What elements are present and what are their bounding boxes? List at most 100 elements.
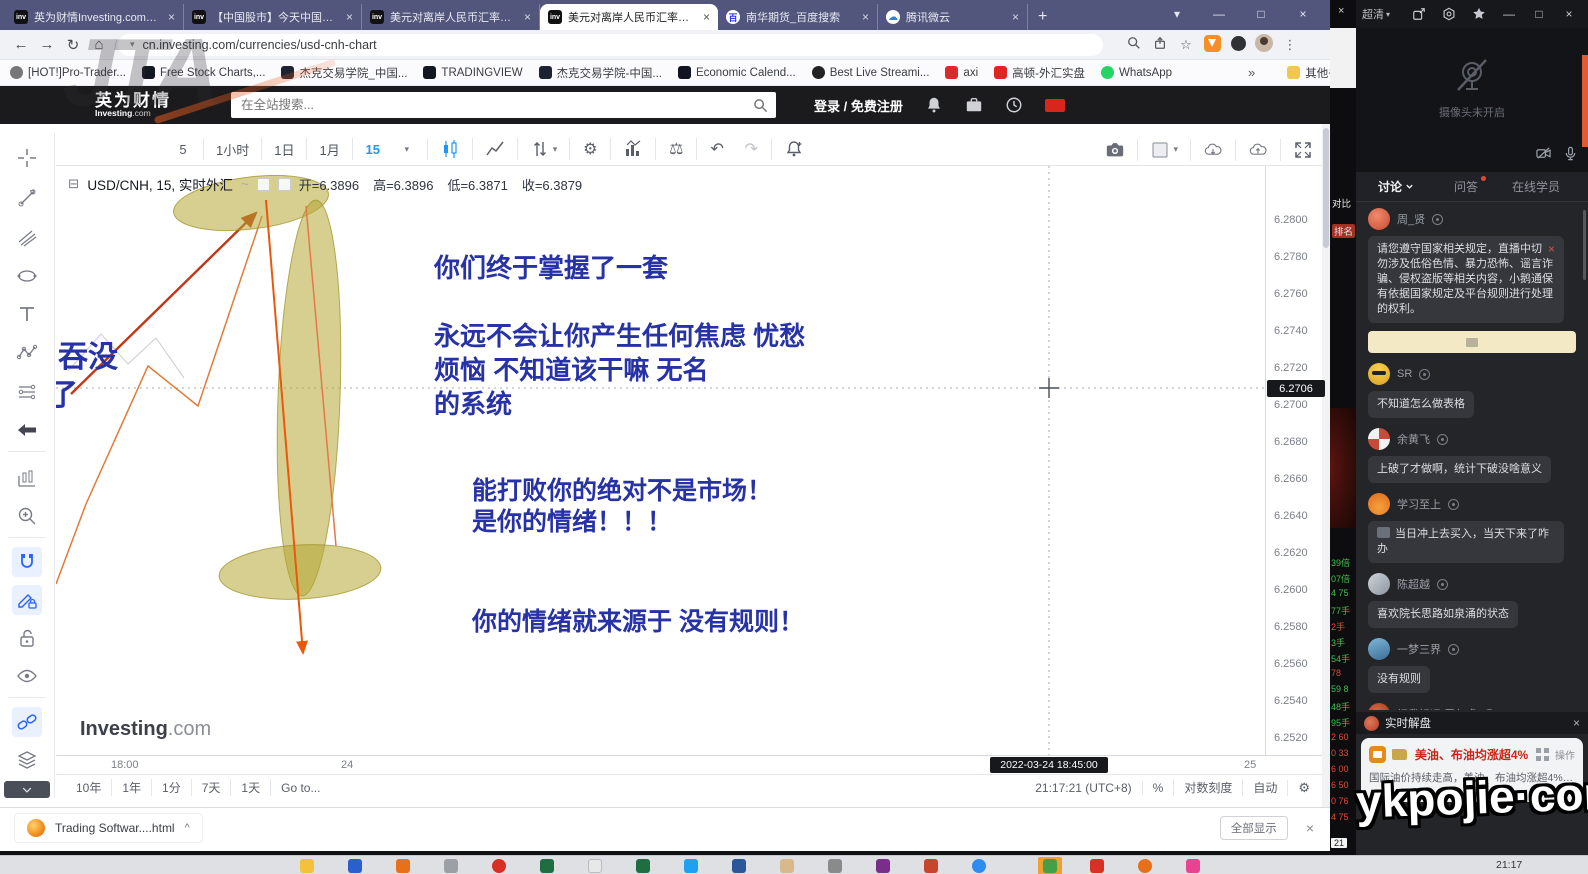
taskbar-app-icon[interactable] — [396, 859, 410, 873]
tab-close-icon[interactable]: × — [1012, 10, 1019, 24]
redo-icon[interactable]: ↷ — [734, 136, 768, 162]
indicators-icon[interactable] — [614, 136, 652, 162]
compare-instrument-icon[interactable]: ▾ — [521, 136, 567, 162]
extension-icon[interactable] — [1225, 36, 1251, 54]
panel-pin-icon[interactable] — [1464, 7, 1494, 22]
download-caret-icon[interactable]: ^ — [185, 822, 190, 834]
quality-selector[interactable]: 超清▾ — [1362, 6, 1390, 22]
bookmark-item[interactable]: 杰克交易学院_中国... — [281, 65, 407, 81]
link-tool-icon[interactable] — [12, 707, 42, 737]
back-button[interactable]: ← — [8, 36, 34, 53]
notice-close-icon[interactable]: × — [1548, 242, 1555, 257]
axis-settings-gear-icon[interactable]: ⚙ — [1287, 780, 1320, 796]
taskbar-app-icon[interactable] — [348, 859, 362, 873]
actions-grid-icon[interactable] — [1536, 748, 1549, 761]
layout-select-icon[interactable]: ▾ — [1141, 137, 1187, 163]
legend-quick-icon[interactable] — [278, 178, 291, 191]
tab-china-stocks[interactable]: inv 【中国股市】今天中国股票行 × — [184, 4, 362, 30]
zoom-in-tool-icon[interactable] — [12, 501, 42, 531]
taskbar-app-icon[interactable] — [1138, 859, 1152, 873]
tab-search-icon[interactable]: ▾ — [1156, 7, 1198, 21]
hide-drawings-eye-icon[interactable] — [12, 661, 42, 691]
panel-settings-icon[interactable] — [1434, 7, 1464, 22]
profile-avatar[interactable] — [1251, 34, 1277, 55]
tab-online-students[interactable]: 在线学员 — [1512, 178, 1560, 195]
interval-dropdown-caret[interactable]: ▾ — [390, 136, 424, 162]
tab-close-icon[interactable]: × — [862, 10, 869, 24]
pattern-tool-icon[interactable] — [12, 338, 42, 368]
tab-usdcnh-1[interactable]: inv 美元对离岸人民币汇率走势图 × — [362, 4, 540, 30]
maximize-button[interactable]: □ — [1240, 7, 1282, 21]
tab-discussion[interactable]: 讨论 — [1378, 178, 1414, 195]
bookmark-item[interactable]: axi — [945, 66, 978, 79]
reload-button[interactable]: ↻ — [60, 36, 86, 54]
news-action[interactable]: 操作 — [1555, 747, 1575, 762]
price-axis[interactable]: 6.2800 6.2780 6.2760 6.2740 6.2720 6.270… — [1265, 166, 1330, 755]
fib-tool-icon[interactable] — [12, 222, 42, 252]
taskbar-app-icon[interactable] — [924, 859, 938, 873]
metamask-extension-icon[interactable] — [1199, 35, 1225, 55]
toolbar-collapse-chevron-icon[interactable] — [4, 781, 50, 798]
panel-minimize-icon[interactable]: — — [1494, 7, 1524, 21]
taskbar-app-icon[interactable] — [300, 859, 314, 873]
close-button[interactable]: × — [1282, 7, 1324, 21]
range-7d[interactable]: 7天 — [192, 779, 232, 796]
share-icon[interactable] — [1147, 36, 1173, 53]
taskbar-app-icon[interactable] — [588, 859, 602, 873]
tab-investing-home[interactable]: inv 英为财情Investing.com_全球 × — [6, 4, 184, 30]
legend-quick-icon[interactable] — [257, 178, 270, 191]
forecast-tool-icon[interactable] — [12, 377, 42, 407]
bookmark-item[interactable]: 杰克交易学院-中国... — [539, 65, 662, 81]
interval-15-selected[interactable]: 15 — [356, 136, 390, 162]
magnet-tool-icon[interactable] — [12, 547, 42, 577]
save-layout-cloud-icon[interactable] — [1239, 137, 1277, 163]
portfolio-icon[interactable] — [965, 96, 983, 114]
recent-clock-icon[interactable] — [1005, 96, 1023, 114]
site-info-icon[interactable]: ▾ — [130, 39, 135, 50]
line-chart-icon[interactable] — [476, 136, 514, 162]
download-bar-close-icon[interactable]: × — [1306, 820, 1314, 836]
bookmark-star-icon[interactable]: ☆ — [1173, 37, 1199, 53]
taskbar-app-icon[interactable] — [684, 859, 698, 873]
bookmark-item[interactable]: Economic Calend... — [678, 66, 796, 79]
range-1d[interactable]: 1天 — [231, 779, 271, 796]
forward-button[interactable]: → — [34, 36, 60, 53]
taskbar-app-icon[interactable] — [732, 859, 746, 873]
unlock-tool-icon[interactable] — [12, 623, 42, 653]
taskbar-app-icon[interactable] — [444, 859, 458, 873]
site-logo[interactable]: 英为财情 Investing.com — [95, 92, 171, 118]
notifications-bell-icon[interactable] — [925, 96, 943, 114]
bookmark-item[interactable]: WhatsApp — [1101, 66, 1172, 79]
video-camera-toggle-icon[interactable] — [1536, 146, 1551, 166]
home-button[interactable]: ⌂ — [86, 36, 112, 53]
taskbar-app-icon[interactable] — [876, 859, 890, 873]
go-to-date[interactable]: Go to... — [271, 781, 330, 795]
minimize-button[interactable]: — — [1198, 7, 1240, 21]
tab-usdcnh-active[interactable]: inv 美元对离岸人民币汇率走势图 × — [540, 4, 718, 30]
interval-1h[interactable]: 1小时 — [207, 136, 258, 162]
interval-5[interactable]: 5 — [166, 136, 200, 162]
show-all-downloads-button[interactable]: 全部显示 — [1220, 816, 1288, 840]
range-1y[interactable]: 1年 — [112, 779, 152, 796]
tab-weiyun[interactable]: ☁ 腾讯微云 × — [878, 4, 1028, 30]
taskbar-app-icon[interactable] — [540, 859, 554, 873]
interval-1d[interactable]: 1日 — [265, 136, 303, 162]
chat-scrollbar[interactable] — [1583, 210, 1586, 280]
taskbar-app-icon[interactable] — [828, 859, 842, 873]
chart-settings-gear-icon[interactable]: ⚙ — [573, 136, 607, 162]
snapshot-camera-icon[interactable] — [1096, 137, 1134, 163]
arrow-marker-tool-icon[interactable] — [12, 415, 42, 445]
zoom-icon[interactable] — [1121, 36, 1147, 53]
bookmark-item[interactable]: Free Stock Charts,... — [142, 66, 265, 79]
chat-list[interactable]: 周_贤 × 请您遵守国家相关规定，直播中切勿涉及低俗色情、暴力恐怖、谣言诈骗、侵… — [1356, 202, 1588, 710]
bar-pattern-tool-icon[interactable] — [12, 463, 42, 493]
taskbar-app-icon[interactable] — [1090, 859, 1104, 873]
address-field[interactable]: ▾ cn.investing.com/currencies/usd-cnh-ch… — [118, 34, 1103, 56]
range-10y[interactable]: 10年 — [66, 779, 112, 796]
shape-tool-icon[interactable] — [12, 261, 42, 291]
panel-restore-icon[interactable]: □ — [1524, 7, 1554, 21]
auto-scale-toggle[interactable]: 自动 — [1242, 779, 1287, 796]
new-tab-button[interactable]: + — [1038, 8, 1047, 26]
page-scrollbar[interactable] — [1322, 124, 1330, 807]
bookmarks-overflow[interactable]: » — [1248, 65, 1255, 80]
